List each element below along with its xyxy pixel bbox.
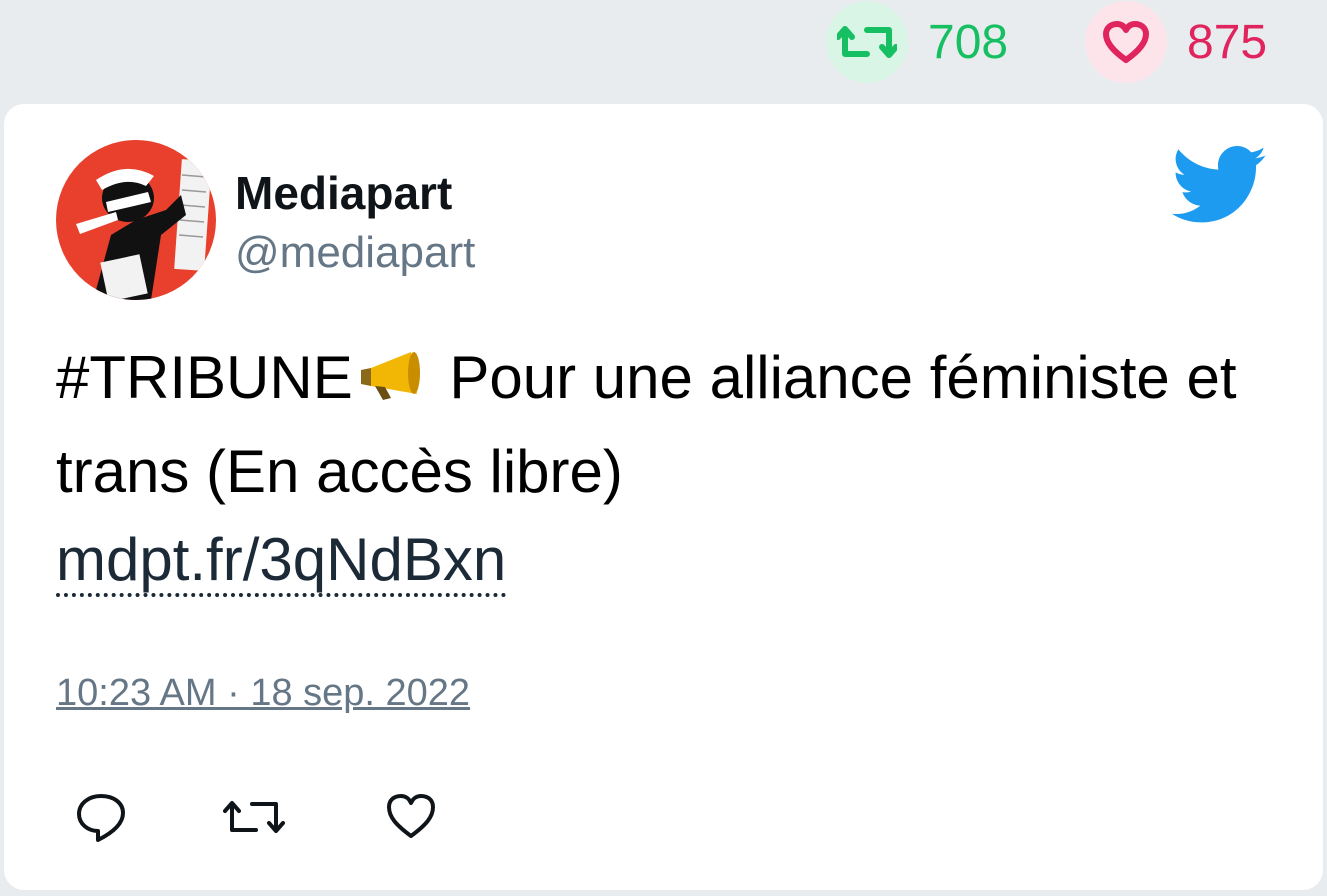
- retweet-icon[interactable]: [826, 1, 908, 83]
- reply-icon[interactable]: [74, 790, 128, 849]
- megaphone-icon: [357, 340, 425, 428]
- like-stat[interactable]: 875: [1085, 0, 1267, 84]
- tweet-timestamp[interactable]: 10:23 AM · 18 sep. 2022: [56, 672, 470, 715]
- engagement-summary: 708 875: [0, 0, 1327, 100]
- like-count: 875: [1187, 15, 1268, 69]
- author-name[interactable]: Mediapart: [235, 166, 452, 220]
- avatar[interactable]: [56, 140, 216, 300]
- retweet-icon[interactable]: [222, 790, 286, 849]
- twitter-bird-icon[interactable]: [1171, 146, 1268, 231]
- tweet-text: #TRIBUNE Pour une alliance féministe et …: [56, 334, 1256, 604]
- hashtag-link[interactable]: #TRIBUNE: [56, 344, 353, 411]
- tweet-link[interactable]: mdpt.fr/3qNdBxn: [56, 526, 507, 597]
- tweet-card: Mediapart @mediapart #TRIBUNE Pour une a…: [4, 104, 1323, 890]
- heart-icon[interactable]: [384, 790, 438, 849]
- author-handle[interactable]: @mediapart: [235, 228, 475, 278]
- retweet-count: 708: [928, 15, 1009, 69]
- retweet-stat[interactable]: 708: [826, 0, 1008, 84]
- heart-icon[interactable]: [1085, 1, 1167, 83]
